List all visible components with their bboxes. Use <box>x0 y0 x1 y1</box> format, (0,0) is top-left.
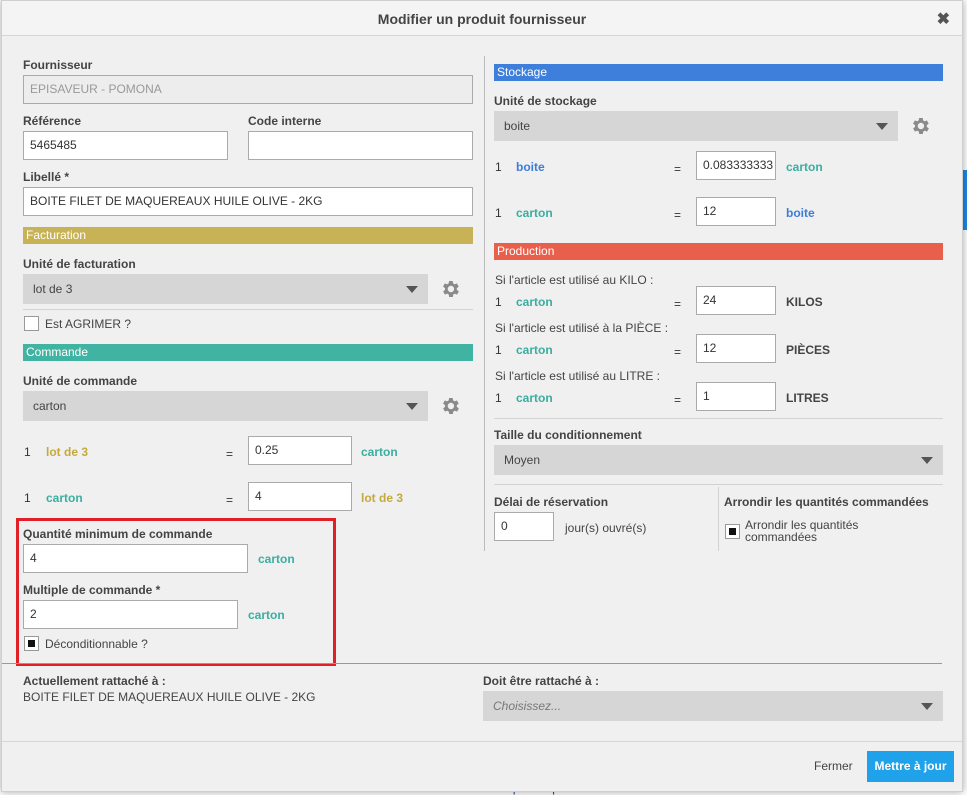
order-section-header: Commande <box>23 344 473 361</box>
kilo-field[interactable]: 24 <box>696 286 776 315</box>
storage-conv2-equals: = <box>674 208 682 222</box>
piece-field[interactable]: 12 <box>696 334 776 363</box>
storage-conv1-target: carton <box>786 160 823 174</box>
internal-code-label: Code interne <box>248 114 322 128</box>
order-conv2-unit: carton <box>46 491 83 505</box>
order-conv1-target: carton <box>361 445 398 459</box>
reference-label: Référence <box>23 114 82 128</box>
reservation-delay-field[interactable]: 0 <box>494 512 554 541</box>
order-unit-select[interactable]: carton <box>23 391 428 421</box>
order-conv2-target: lot de 3 <box>361 491 404 505</box>
reference-field[interactable]: 5465485 <box>23 131 228 160</box>
package-size-value: Moyen <box>504 453 541 467</box>
litre-unit: carton <box>516 391 553 405</box>
supplier-field: EPISAVEUR - POMONA <box>23 75 473 104</box>
order-conv2-equals: = <box>226 493 234 507</box>
storage-conv1-unit: boite <box>516 160 545 174</box>
label-label: Libellé * <box>23 170 70 184</box>
column-divider <box>484 56 485 551</box>
update-button[interactable]: Mettre à jour <box>867 751 954 782</box>
litre-qty: 1 <box>495 391 502 405</box>
piece-qty: 1 <box>495 343 502 357</box>
order-conv1-unit: lot de 3 <box>46 445 89 459</box>
agrimer-label: Est AGRIMER ? <box>45 317 132 331</box>
divider <box>494 484 943 485</box>
piece-unit: carton <box>516 343 553 357</box>
storage-section-header: Stockage <box>494 64 943 81</box>
storage-conv2-qty: 1 <box>495 206 502 220</box>
package-size-select[interactable]: Moyen <box>494 445 943 475</box>
internal-code-field[interactable] <box>248 131 473 160</box>
order-conv2-qty: 1 <box>24 491 31 505</box>
chevron-down-icon <box>921 457 933 464</box>
piece-label: Si l'article est utilisé à la PIÈCE : <box>495 321 669 335</box>
production-section-header: Production <box>494 243 943 260</box>
chevron-down-icon <box>921 703 933 710</box>
storage-conv1-field[interactable]: 0.083333333 <box>696 151 776 180</box>
piece-equals: = <box>674 345 682 359</box>
bottom-divider <box>2 663 942 664</box>
order-conv1-equals: = <box>226 447 234 461</box>
round-quantities-checkbox-label: Arrondir les quantités commandées <box>745 518 859 544</box>
package-size-label: Taille du conditionnement <box>494 428 642 442</box>
chevron-down-icon <box>876 123 888 130</box>
litre-field[interactable]: 1 <box>696 382 776 411</box>
billing-unit-label: Unité de facturation <box>23 257 136 271</box>
supplier-label: Fournisseur <box>23 58 93 72</box>
reservation-delay-label: Délai de réservation <box>494 495 609 509</box>
chevron-down-icon <box>406 286 418 293</box>
agrimer-checkbox[interactable] <box>24 316 39 331</box>
kilo-target: KILOS <box>786 295 823 309</box>
kilo-equals: = <box>674 297 682 311</box>
modal-header: Modifier un produit fournisseur ✖ <box>2 1 962 36</box>
close-icon[interactable]: ✖ <box>937 9 950 29</box>
billing-unit-select[interactable]: lot de 3 <box>23 274 428 304</box>
gear-icon[interactable] <box>439 395 461 417</box>
vertical-divider <box>718 487 719 551</box>
gear-icon[interactable] <box>909 115 931 137</box>
divider <box>494 418 943 419</box>
kilo-qty: 1 <box>495 295 502 309</box>
litre-equals: = <box>674 393 682 407</box>
kilo-unit: carton <box>516 295 553 309</box>
storage-conv2-unit: carton <box>516 206 553 220</box>
storage-unit-label: Unité de stockage <box>494 94 597 108</box>
storage-conv2-field[interactable]: 12 <box>696 197 776 226</box>
storage-conv1-equals: = <box>674 162 682 176</box>
chevron-down-icon <box>406 403 418 410</box>
label-field[interactable]: BOITE FILET DE MAQUEREAUX HUILE OLIVE - … <box>23 187 473 216</box>
kilo-label: Si l'article est utilisé au KILO : <box>495 273 654 287</box>
storage-conv1-qty: 1 <box>495 160 502 174</box>
highlight-box <box>16 518 336 666</box>
storage-unit-select[interactable]: boite <box>494 111 898 141</box>
storage-conv2-target: boite <box>786 206 815 220</box>
piece-target: PIÈCES <box>786 343 831 357</box>
close-button[interactable]: Fermer <box>814 759 853 773</box>
order-unit-value: carton <box>33 399 67 413</box>
modal-title: Modifier un produit fournisseur <box>377 11 587 27</box>
litre-label: Si l'article est utilisé au LITRE : <box>495 369 661 383</box>
order-conv2-field[interactable]: 4 <box>248 482 352 511</box>
order-conv1-field[interactable]: 0.25 <box>248 436 352 465</box>
litre-target: LITRES <box>786 391 829 405</box>
divider <box>23 309 473 310</box>
storage-unit-value: boite <box>504 119 531 133</box>
round-quantities-label: Arrondir les quantités commandées <box>724 495 929 509</box>
footer-divider <box>2 741 962 742</box>
target-link-label: Doit être rattaché à : <box>483 674 600 688</box>
target-link-select[interactable]: Choisissez... <box>483 691 943 721</box>
edit-supplier-product-modal: Modifier un produit fournisseur ✖ Fourni… <box>1 0 963 792</box>
round-quantities-checkbox[interactable] <box>725 524 740 539</box>
order-unit-label: Unité de commande <box>23 374 138 388</box>
target-link-placeholder: Choisissez... <box>493 699 562 713</box>
reservation-delay-unit: jour(s) ouvré(s) <box>565 521 647 535</box>
current-link-label: Actuellement rattaché à : <box>23 674 166 688</box>
current-link-value: BOITE FILET DE MAQUEREAUX HUILE OLIVE - … <box>23 690 316 704</box>
billing-unit-value: lot de 3 <box>33 282 73 296</box>
order-conv1-qty: 1 <box>24 445 31 459</box>
billing-section-header: Facturation <box>23 227 473 244</box>
gear-icon[interactable] <box>439 278 461 300</box>
